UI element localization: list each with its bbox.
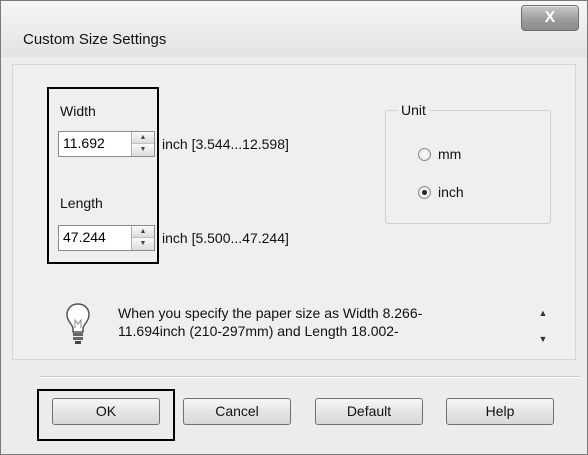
length-decrement-button[interactable]: ▼ (132, 238, 154, 250)
dialog-title: Custom Size Settings (23, 31, 167, 48)
length-increment-button[interactable]: ▲ (132, 226, 154, 238)
width-range: inch [3.544...12.598] (162, 136, 289, 152)
length-value: 47.244 (63, 229, 106, 245)
mm-radio[interactable] (418, 148, 431, 161)
cancel-button[interactable]: Cancel (183, 398, 291, 425)
title-bar: Custom Size Settings X (1, 1, 587, 57)
inch-radio[interactable] (418, 186, 431, 199)
width-value: 11.692 (63, 135, 105, 151)
unit-legend: Unit (398, 102, 429, 118)
width-stepper[interactable]: 11.692 ▲ ▼ (58, 131, 155, 157)
hint-text: When you specify the paper size as Width… (118, 305, 423, 339)
unit-groupbox (385, 110, 551, 224)
length-spin-buttons: ▲ ▼ (131, 226, 154, 250)
width-label: Width (60, 103, 96, 119)
close-button[interactable]: X (521, 5, 579, 31)
width-increment-button[interactable]: ▲ (132, 132, 154, 144)
scroll-up-icon[interactable]: ▲ (535, 308, 551, 318)
length-stepper[interactable]: 47.244 ▲ ▼ (58, 225, 155, 251)
length-range: inch [5.500...47.244] (162, 230, 289, 246)
inch-label: inch (438, 184, 464, 200)
width-decrement-button[interactable]: ▼ (132, 144, 154, 156)
close-icon: X (544, 9, 556, 26)
default-button[interactable]: Default (315, 398, 423, 425)
ok-button[interactable]: OK (52, 398, 160, 425)
help-button[interactable]: Help (446, 398, 554, 425)
separator (40, 376, 580, 378)
scroll-down-icon[interactable]: ▼ (535, 334, 551, 344)
hint-scrollbar[interactable]: ▲ ▼ (535, 308, 551, 348)
lightbulb-icon (66, 303, 90, 344)
length-label: Length (60, 195, 103, 211)
width-spin-buttons: ▲ ▼ (131, 132, 154, 156)
mm-label: mm (438, 146, 462, 162)
